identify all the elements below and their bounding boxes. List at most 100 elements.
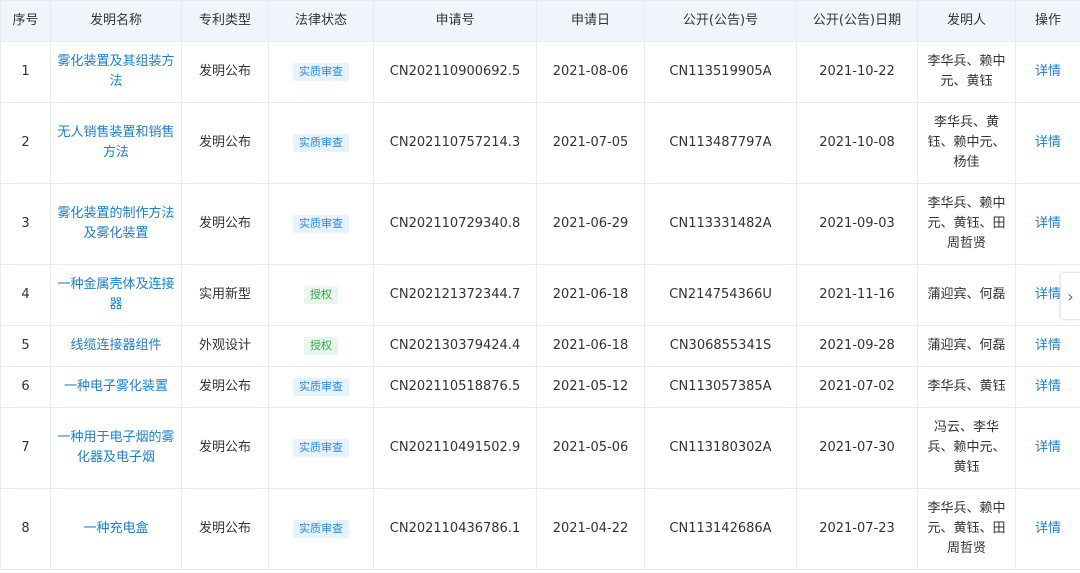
publication-number: CN113487797A — [644, 102, 797, 184]
patent-title-link[interactable]: 雾化装置及其组装方法 — [57, 54, 174, 89]
patent-type: 发明公布 — [181, 183, 269, 265]
patent-title-link[interactable]: 一种金属壳体及连接器 — [57, 277, 174, 312]
application-date: 2021-04-22 — [536, 488, 645, 570]
table-row: 8 一种充电盒 发明公布 实质审查 CN202110436786.1 2021-04-22… — [0, 488, 1080, 570]
detail-link[interactable]: 详情 — [1035, 64, 1061, 79]
legal-status-badge: 授权 — [304, 337, 338, 355]
application-date: 2021-06-18 — [536, 325, 645, 367]
inventors: 冯云、李华兵、赖中元、黄钰 — [917, 407, 1016, 489]
patent-type: 实用新型 — [181, 264, 269, 326]
publication-number: CN306855341S — [644, 325, 797, 367]
patent-type: 发明公布 — [181, 102, 269, 184]
publication-number: CN113057385A — [644, 366, 797, 408]
inventors: 蒲迎宾、何磊 — [917, 264, 1016, 326]
table-row: 6 一种电子雾化装置 发明公布 实质审查 CN202110518876.5 2021-05… — [0, 366, 1080, 408]
row-no: 8 — [0, 488, 51, 570]
detail-link[interactable]: 详情 — [1035, 287, 1061, 302]
application-date: 2021-06-18 — [536, 264, 645, 326]
detail-link[interactable]: 详情 — [1035, 216, 1061, 231]
patent-title-cell: 雾化装置的制作方法及雾化装置 — [50, 183, 182, 265]
patent-type: 外观设计 — [181, 325, 269, 367]
legal-status-badge: 实质审查 — [293, 439, 349, 457]
action-cell: 详情 — [1015, 366, 1080, 408]
legal-status-cell: 实质审查 — [268, 407, 374, 489]
row-no: 5 — [0, 325, 51, 367]
publication-number: CN113180302A — [644, 407, 797, 489]
col-header-pub-date: 公开(公告)日期 — [796, 0, 918, 42]
detail-link[interactable]: 详情 — [1035, 521, 1061, 536]
legal-status-cell: 实质审查 — [268, 488, 374, 570]
legal-status-cell: 授权 — [268, 264, 374, 326]
application-date: 2021-06-29 — [536, 183, 645, 265]
detail-link[interactable]: 详情 — [1035, 379, 1061, 394]
table-row: 1 雾化装置及其组装方法 发明公布 实质审查 CN202110900692.5 2021-… — [0, 41, 1080, 103]
row-no: 1 — [0, 41, 51, 103]
application-number: CN202110436786.1 — [373, 488, 537, 570]
legal-status-cell: 实质审查 — [268, 366, 374, 408]
action-cell: 详情 — [1015, 488, 1080, 570]
legal-status-badge: 实质审查 — [293, 378, 349, 396]
patent-type: 发明公布 — [181, 407, 269, 489]
legal-status-cell: 授权 — [268, 325, 374, 367]
patent-title-link[interactable]: 一种用于电子烟的雾化器及电子烟 — [57, 430, 174, 465]
patent-title-link[interactable]: 线缆连接器组件 — [70, 338, 161, 353]
col-header-no: 序号 — [0, 0, 51, 42]
legal-status-cell: 实质审查 — [268, 183, 374, 265]
row-no: 4 — [0, 264, 51, 326]
detail-link[interactable]: 详情 — [1035, 135, 1061, 150]
table-row: 2 无人销售装置和销售方法 发明公布 实质审查 CN202110757214.3 2021… — [0, 102, 1080, 184]
application-number: CN202110757214.3 — [373, 102, 537, 184]
publication-date: 2021-10-08 — [796, 102, 918, 184]
table-body: 1 雾化装置及其组装方法 发明公布 实质审查 CN202110900692.5 2021-… — [0, 41, 1080, 570]
publication-number: CN113331482A — [644, 183, 797, 265]
action-cell: 详情 — [1015, 407, 1080, 489]
patent-title-cell: 雾化装置及其组装方法 — [50, 41, 182, 103]
application-date: 2021-08-06 — [536, 41, 645, 103]
legal-status-badge: 实质审查 — [293, 134, 349, 152]
legal-status-cell: 实质审查 — [268, 41, 374, 103]
table-row: 7 一种用于电子烟的雾化器及电子烟 发明公布 实质审查 CN202110491502.9… — [0, 407, 1080, 489]
patent-title-link[interactable]: 一种电子雾化装置 — [64, 379, 168, 394]
col-header-type: 专利类型 — [181, 0, 269, 42]
patent-title-link[interactable]: 无人销售装置和销售方法 — [57, 125, 174, 160]
application-number: CN202110518876.5 — [373, 366, 537, 408]
application-date: 2021-07-05 — [536, 102, 645, 184]
legal-status-badge: 实质审查 — [293, 520, 349, 538]
legal-status-badge: 实质审查 — [293, 63, 349, 81]
publication-number: CN214754366U — [644, 264, 797, 326]
application-number: CN202121372344.7 — [373, 264, 537, 326]
patent-title-cell: 一种金属壳体及连接器 — [50, 264, 182, 326]
inventors: 李华兵、黄钰 — [917, 366, 1016, 408]
publication-date: 2021-09-03 — [796, 183, 918, 265]
inventors: 李华兵、赖中元、黄钰、田周哲贤 — [917, 183, 1016, 265]
col-header-app-no: 申请号 — [373, 0, 537, 42]
inventors: 李华兵、赖中元、黄钰 — [917, 41, 1016, 103]
application-number: CN202110729340.8 — [373, 183, 537, 265]
publication-date: 2021-07-30 — [796, 407, 918, 489]
application-date: 2021-05-06 — [536, 407, 645, 489]
legal-status-badge: 实质审查 — [293, 215, 349, 233]
patent-title-cell: 一种电子雾化装置 — [50, 366, 182, 408]
application-number: CN202110491502.9 — [373, 407, 537, 489]
application-date: 2021-05-12 — [536, 366, 645, 408]
col-header-action: 操作 — [1015, 0, 1080, 42]
patent-title-link[interactable]: 雾化装置的制作方法及雾化装置 — [57, 206, 174, 241]
table-row: 5 线缆连接器组件 外观设计 授权 CN202130379424.4 2021-06-18… — [0, 325, 1080, 367]
action-cell: 详情 — [1015, 325, 1080, 367]
inventors: 李华兵、黄钰、赖中元、杨佳 — [917, 102, 1016, 184]
detail-link[interactable]: 详情 — [1035, 440, 1061, 455]
patent-type: 发明公布 — [181, 366, 269, 408]
action-cell: 详情 — [1015, 102, 1080, 184]
publication-date: 2021-10-22 — [796, 41, 918, 103]
row-no: 6 — [0, 366, 51, 408]
patent-title-cell: 一种充电盒 — [50, 488, 182, 570]
action-cell: 详情 — [1015, 183, 1080, 265]
publication-date: 2021-09-28 — [796, 325, 918, 367]
table-row: 4 一种金属壳体及连接器 实用新型 授权 CN202121372344.7 2021-06… — [0, 264, 1080, 326]
detail-link[interactable]: 详情 — [1035, 338, 1061, 353]
application-number: CN202130379424.4 — [373, 325, 537, 367]
action-cell: 详情 — [1015, 41, 1080, 103]
col-header-title: 发明名称 — [50, 0, 182, 42]
chevron-right-icon[interactable]: › — [1060, 272, 1080, 320]
patent-title-link[interactable]: 一种充电盒 — [83, 521, 148, 536]
